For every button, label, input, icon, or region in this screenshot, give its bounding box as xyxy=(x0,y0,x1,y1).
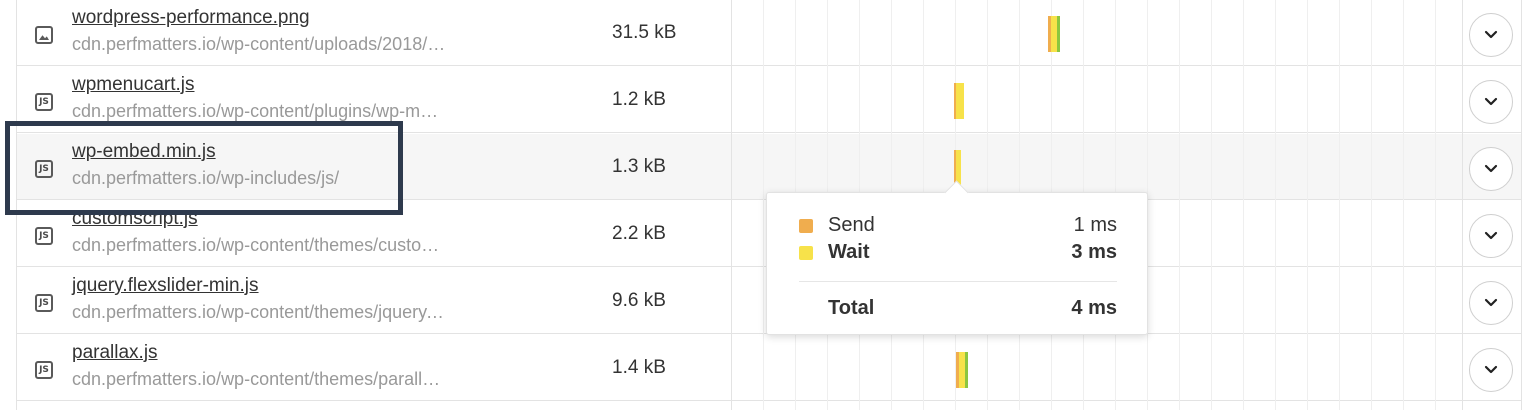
wait-value: 3 ms xyxy=(1071,241,1117,263)
receive-segment xyxy=(1057,16,1060,52)
grid-line xyxy=(1435,0,1436,410)
expand-row-button[interactable] xyxy=(1469,147,1513,191)
grid-line xyxy=(1371,0,1372,410)
js-file-icon: JS xyxy=(35,93,53,111)
wait-swatch xyxy=(799,246,813,260)
image-file-icon xyxy=(35,26,53,44)
highlight-box xyxy=(5,121,403,215)
file-url: cdn.perfmatters.io/wp-content/themes/cus… xyxy=(72,235,447,255)
file-size: 9.6 kB xyxy=(612,290,666,311)
expand-row-button[interactable] xyxy=(1469,214,1513,258)
timing-tooltip: Send 1 ms Wait 3 ms Total 4 ms xyxy=(766,192,1148,335)
timing-bar[interactable] xyxy=(956,352,968,388)
file-name-link[interactable]: wpmenucart.js xyxy=(72,74,195,96)
expand-row-button[interactable] xyxy=(1469,348,1513,392)
chevron-down-icon xyxy=(1484,97,1498,106)
tooltip-send-row: Send 1 ms xyxy=(799,214,1117,238)
file-url: cdn.perfmatters.io/wp-content/themes/jqu… xyxy=(72,302,447,322)
chevron-down-icon xyxy=(1484,164,1498,173)
send-value: 1 ms xyxy=(1073,214,1117,236)
file-url: cdn.perfmatters.io/wp-content/themes/par… xyxy=(72,369,447,389)
send-swatch xyxy=(799,219,813,233)
file-size: 1.2 kB xyxy=(612,89,666,110)
total-label: Total xyxy=(828,297,875,319)
wait-label: Wait xyxy=(828,241,870,263)
grid-line xyxy=(1403,0,1404,410)
chevron-down-icon xyxy=(1484,365,1498,374)
wait-segment xyxy=(956,83,964,119)
file-size: 1.4 kB xyxy=(612,357,666,378)
grid-line xyxy=(1307,0,1308,410)
grid-line xyxy=(1339,0,1340,410)
file-name-link[interactable]: wordpress-performance.png xyxy=(72,7,310,29)
js-file-icon: JS xyxy=(35,227,53,245)
file-name-link[interactable]: jquery.flexslider-min.js xyxy=(72,275,259,297)
timing-bar[interactable] xyxy=(954,83,964,119)
tooltip-divider xyxy=(799,281,1117,282)
expand-row-button[interactable] xyxy=(1469,13,1513,57)
grid-line xyxy=(1211,0,1212,410)
file-url: cdn.perfmatters.io/wp-content/uploads/20… xyxy=(72,34,447,54)
timing-bar[interactable] xyxy=(1048,16,1060,52)
send-label: Send xyxy=(828,214,875,236)
js-file-icon: JS xyxy=(35,294,53,312)
file-size: 2.2 kB xyxy=(612,223,666,244)
file-size: 31.5 kB xyxy=(612,22,677,43)
expand-row-button[interactable] xyxy=(1469,80,1513,124)
grid-line xyxy=(1243,0,1244,410)
receive-segment xyxy=(965,352,968,388)
grid-line xyxy=(763,0,764,410)
js-file-icon: JS xyxy=(35,361,53,379)
tooltip-total-row: Total 4 ms xyxy=(799,297,1117,321)
tooltip-wait-row: Wait 3 ms xyxy=(799,241,1117,265)
chevron-down-icon xyxy=(1484,30,1498,39)
file-url: cdn.perfmatters.io/wp-content/plugins/wp… xyxy=(72,101,447,121)
file-name-link[interactable]: parallax.js xyxy=(72,342,158,364)
chevron-down-icon xyxy=(1484,231,1498,240)
grid-line xyxy=(1179,0,1180,410)
expand-row-button[interactable] xyxy=(1469,281,1513,325)
total-value: 4 ms xyxy=(1071,297,1117,319)
file-size: 1.3 kB xyxy=(612,156,666,177)
grid-line xyxy=(1275,0,1276,410)
chevron-down-icon xyxy=(1484,298,1498,307)
